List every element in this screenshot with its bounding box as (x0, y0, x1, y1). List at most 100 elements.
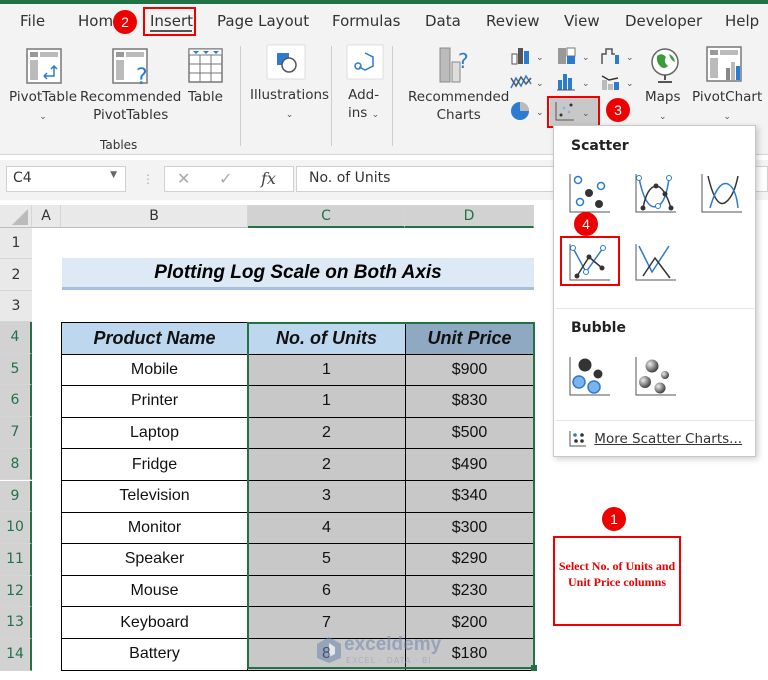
cell-product-name[interactable]: Fridge (61, 448, 248, 481)
cell-product-name[interactable]: Speaker (61, 543, 248, 576)
tab-data[interactable]: Data (425, 12, 461, 30)
cell-no-of-units[interactable]: 2 (247, 448, 406, 481)
tab-view[interactable]: View (564, 12, 600, 30)
cell-product-name[interactable]: Laptop (61, 416, 248, 450)
row-header-11[interactable]: 11 (0, 543, 32, 576)
cell-product-name[interactable]: Monitor (61, 511, 248, 545)
maps-button[interactable]: Maps ⌄ (645, 88, 681, 126)
recommended-pivottables-button[interactable]: Recommended PivotTables (80, 88, 181, 124)
hierarchy-chart-button[interactable]: ⌄ (556, 46, 596, 66)
fill-handle[interactable] (531, 665, 537, 671)
select-all-button[interactable] (0, 205, 32, 228)
data-table: Product Name No. of Units Unit Price Mob… (61, 322, 534, 671)
scatter-smooth-markers-icon[interactable] (634, 172, 678, 214)
row-header-10[interactable]: 10 (0, 512, 32, 544)
cell-product-name[interactable]: Keyboard (61, 606, 248, 639)
column-header-d[interactable]: D (405, 205, 534, 228)
illustrations-button[interactable]: Illustrations ⌄ (250, 86, 329, 124)
recommended-charts-button[interactable]: Recommended Charts (408, 88, 509, 124)
maps-label: Maps (645, 89, 681, 105)
column-header-b[interactable]: B (61, 205, 248, 228)
row-header-8[interactable]: 8 (0, 448, 32, 481)
column-chart-button[interactable]: ⌄ (510, 46, 550, 66)
cell-unit-price[interactable]: $340 (405, 479, 534, 513)
pivottable-button[interactable]: PivotTable ⌄ (9, 88, 77, 126)
combo-chart-button[interactable]: ⌄ (600, 72, 640, 92)
cancel-icon[interactable]: ✕ (177, 169, 190, 188)
tab-page-layout[interactable]: Page Layout (217, 12, 309, 30)
row-header-5[interactable]: 5 (0, 353, 32, 386)
header-no-of-units[interactable]: No. of Units (247, 322, 406, 355)
row-header-7[interactable]: 7 (0, 417, 32, 449)
enter-check-icon[interactable]: ✓ (219, 169, 232, 188)
cell-product-name[interactable]: Television (61, 479, 248, 513)
cell-unit-price[interactable]: $230 (405, 574, 534, 608)
table-row: Television 3 $340 (61, 479, 534, 513)
illustrations-label: Illustrations (250, 87, 330, 103)
header-unit-price[interactable]: Unit Price (405, 322, 534, 355)
scatter-straight-markers-icon[interactable] (568, 242, 612, 282)
cell-no-of-units[interactable]: 6 (247, 574, 406, 608)
cell-product-name[interactable]: Battery (61, 637, 248, 671)
row-header-3[interactable]: 3 (0, 291, 32, 322)
row-header-4[interactable]: 4 (0, 322, 32, 354)
cell-no-of-units[interactable]: 4 (247, 511, 406, 545)
header-product-name[interactable]: Product Name (61, 322, 248, 355)
pie-chart-button[interactable]: ⌄ (510, 100, 550, 122)
tab-developer[interactable]: Developer (625, 12, 702, 30)
more-scatter-charts-link[interactable]: More Scatter Charts... (568, 430, 742, 448)
column-header-a[interactable]: A (32, 205, 61, 228)
pivotchart-button[interactable]: PivotChart ⌄ (692, 88, 762, 126)
waterfall-chart-button[interactable]: ⌄ (600, 46, 640, 66)
name-box-value: C4 (13, 170, 32, 186)
scatter-smooth-lines-icon[interactable] (700, 172, 744, 214)
addins-button[interactable]: Add-ins ⌄ (348, 86, 379, 124)
cell-unit-price[interactable]: $900 (405, 353, 534, 387)
statistic-chart-button[interactable]: ⌄ (556, 72, 596, 92)
bubble-heading: Bubble (571, 320, 626, 336)
drag-handle-icon[interactable]: ⋮ (142, 172, 154, 186)
sheet-title: Plotting Log Scale on Both Axis (62, 258, 534, 290)
bubble-option-icon[interactable] (568, 355, 612, 397)
row-header-2[interactable]: 2 (0, 259, 32, 291)
cell-unit-price[interactable]: $500 (405, 416, 534, 450)
cell-unit-price[interactable]: $300 (405, 511, 534, 545)
insert-function-icon[interactable]: fx (261, 169, 276, 188)
cell-no-of-units[interactable]: 5 (247, 543, 406, 576)
cell-product-name[interactable]: Mobile (61, 353, 248, 387)
row-header-9[interactable]: 9 (0, 480, 32, 513)
name-box[interactable]: C4 ▼ (6, 166, 126, 192)
cell-product-name[interactable]: Mouse (61, 574, 248, 608)
scatter-straight-lines-icon[interactable] (634, 242, 678, 282)
scatter-option-icon[interactable] (568, 172, 612, 214)
cell-no-of-units[interactable]: 1 (247, 385, 406, 418)
cell-product-name[interactable]: Printer (61, 385, 248, 418)
tab-help[interactable]: Help (725, 12, 759, 30)
cell-unit-price[interactable]: $290 (405, 543, 534, 576)
column-header-c[interactable]: C (248, 205, 405, 228)
chevron-down-icon: ⌄ (658, 112, 667, 122)
table-button[interactable]: Table (188, 88, 223, 106)
cell-unit-price[interactable]: $830 (405, 385, 534, 418)
tab-formulas[interactable]: Formulas (332, 12, 400, 30)
chevron-down-icon: ⌄ (723, 112, 731, 122)
row-header-13[interactable]: 13 (0, 607, 32, 639)
cell-no-of-units[interactable]: 3 (247, 479, 406, 513)
row-header-12[interactable]: 12 (0, 575, 32, 608)
row-header-6[interactable]: 6 (0, 385, 32, 418)
cell-unit-price[interactable]: $490 (405, 448, 534, 481)
tab-file[interactable]: File (20, 12, 45, 30)
3d-bubble-option-icon[interactable] (634, 355, 678, 397)
cell-no-of-units[interactable]: 2 (247, 416, 406, 450)
row-header-14[interactable]: 14 (0, 639, 32, 671)
cell-no-of-units[interactable]: 1 (247, 353, 406, 387)
svg-text:?: ? (458, 49, 469, 73)
tab-review[interactable]: Review (486, 12, 540, 30)
table-row: Laptop 2 $500 (61, 416, 534, 450)
pivottable-icon (26, 48, 62, 84)
tables-group-label: Tables (100, 138, 138, 152)
row-header-1[interactable]: 1 (0, 228, 32, 259)
svg-text:⌄: ⌄ (536, 53, 544, 63)
line-chart-button[interactable]: ⌄ (510, 72, 550, 92)
step-badge-2: 2 (113, 10, 137, 34)
